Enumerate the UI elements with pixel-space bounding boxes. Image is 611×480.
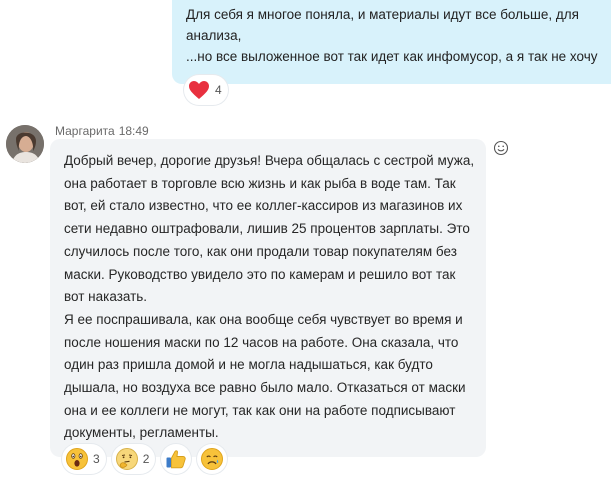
surprised-face-icon xyxy=(66,448,88,470)
reaction-count: 2 xyxy=(142,452,150,466)
message-line: один раз пришла домой и не могла надышат… xyxy=(64,357,433,373)
reaction-heart[interactable]: 4 xyxy=(184,75,228,105)
incoming-message-bubble[interactable]: Добрый вечер, дорогие друзья! Вчера обща… xyxy=(50,139,486,457)
message-line: она работает в торговле всю жизнь и как … xyxy=(64,175,456,191)
message-line: документы, регламенты. xyxy=(64,425,219,441)
message-line: маски. Руководство увидело это по камера… xyxy=(64,266,456,282)
own-message-line: Для себя я многое поняла, и материалы ид… xyxy=(186,7,579,22)
reaction-count: 4 xyxy=(215,83,222,97)
reaction-thinking[interactable]: 2 xyxy=(111,444,156,474)
sender-name[interactable]: Маргарита xyxy=(55,124,115,138)
reaction-thumbs-up[interactable] xyxy=(161,444,192,474)
thumbs-up-icon xyxy=(166,450,187,469)
message-line: после ношения маски по 12 часов на работ… xyxy=(64,334,459,350)
avatar-photo xyxy=(6,125,44,163)
own-message-line: ...но все выложенное вот так идет как ин… xyxy=(186,49,598,64)
own-message-reactions: 4 xyxy=(184,75,228,105)
reaction-count: 3 xyxy=(93,452,100,466)
thinking-face-icon xyxy=(115,448,138,470)
message-line: случилось после того, как они продали то… xyxy=(64,243,457,259)
reaction-sad[interactable] xyxy=(197,444,228,474)
message-line: вот наказать. xyxy=(64,289,148,305)
message-time: 18:49 xyxy=(118,124,149,138)
message-line: вот, ей стало известно, что ее коллег-ка… xyxy=(64,198,463,214)
message-line: она и ее коллеги не могут, так как они н… xyxy=(64,402,456,418)
message-line: Я ее поспрашивала, как она вообще себя ч… xyxy=(64,311,463,327)
reaction-surprised[interactable]: 3 xyxy=(62,444,106,474)
sender-line: Маргарита 18:49 xyxy=(55,124,149,138)
incoming-message-reactions: 3 2 xyxy=(62,444,228,474)
own-message-bubble[interactable]: Для себя я многое поняла, и материалы ид… xyxy=(172,0,611,84)
message-line: сети недавно оштрафовали, лишив 25 проце… xyxy=(64,221,470,237)
own-message-line: анализа, xyxy=(186,28,242,43)
add-reaction-icon[interactable] xyxy=(493,140,509,156)
message-line: дышала, но воздуха все равно было мало. … xyxy=(64,380,466,396)
sad-face-icon xyxy=(201,448,224,470)
avatar[interactable] xyxy=(6,125,44,163)
message-line: Добрый вечер, дорогие друзья! Вчера обща… xyxy=(64,153,475,168)
heart-icon xyxy=(189,81,209,99)
